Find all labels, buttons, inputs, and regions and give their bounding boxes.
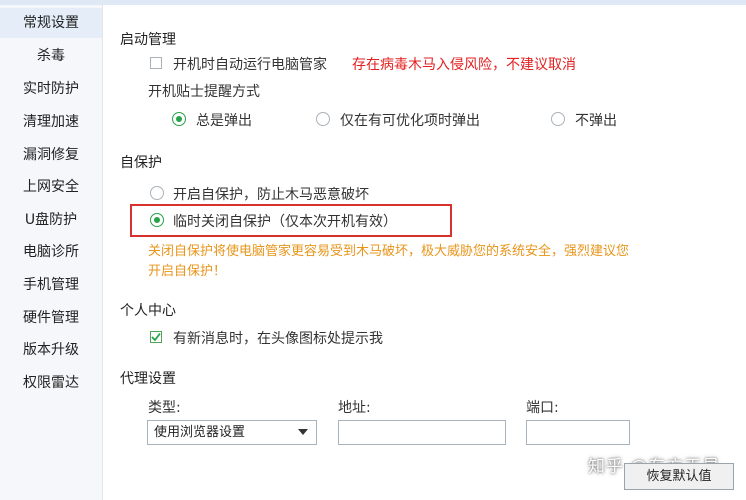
proxy-address-input[interactable] [338, 420, 506, 445]
restore-defaults-button[interactable]: 恢复默认值 [624, 463, 734, 490]
tips-mode-title: 开机贴士提醒方式 [148, 84, 260, 100]
proxy-address-label: 地址: [338, 400, 371, 416]
sidebar-item-hardware-management[interactable]: 硬件管理 [0, 303, 102, 333]
sidebar-item-permission-radar[interactable]: 权限雷达 [0, 368, 102, 398]
proxy-port-input[interactable] [526, 420, 630, 445]
self-protect-warning: 关闭自保护将使电脑管家更容易受到木马破坏，极大威胁您的系统安全，强烈建议您开启自… [148, 244, 630, 279]
tips-always-label: 总是弹出 [196, 113, 252, 129]
self-protect-section-title: 自保护 [120, 155, 162, 171]
sidebar-item-realtime-protection[interactable]: 实时防护 [0, 74, 102, 104]
proxy-type-label: 类型: [148, 400, 181, 416]
sidebar-item-pc-clinic[interactable]: 电脑诊所 [0, 237, 102, 267]
sidebar-item-web-security[interactable]: 上网安全 [0, 172, 102, 202]
autorun-label: 开机时自动运行电脑管家 [173, 57, 327, 73]
tips-when-optimizable-label: 仅在有可优化项时弹出 [340, 113, 480, 129]
checkmark-icon [151, 332, 161, 342]
proxy-type-select[interactable]: 使用浏览器设置 [147, 420, 317, 445]
startup-section-title: 启动管理 [120, 32, 176, 48]
tips-never-radio[interactable] [551, 112, 565, 126]
settings-sidebar: 常规设置 杀毒 实时防护 清理加速 漏洞修复 上网安全 U盘防护 电脑诊所 手机… [0, 5, 103, 500]
self-protect-off-radio[interactable] [150, 213, 164, 227]
sidebar-item-general[interactable]: 常规设置 [0, 8, 102, 38]
tips-always-radio[interactable] [172, 112, 186, 126]
window-top-strip [0, 0, 746, 5]
sidebar-item-antivirus[interactable]: 杀毒 [0, 41, 102, 71]
sidebar-item-cleanup[interactable]: 清理加速 [0, 107, 102, 137]
self-protect-on-label: 开启自保护，防止木马恶意破坏 [173, 187, 369, 203]
proxy-section-title: 代理设置 [120, 371, 176, 387]
personal-section-title: 个人中心 [120, 303, 176, 319]
notify-label: 有新消息时，在头像图标处提示我 [173, 331, 383, 347]
autorun-checkbox[interactable] [150, 57, 162, 69]
sidebar-item-vulnerability-fix[interactable]: 漏洞修复 [0, 140, 102, 170]
self-protect-off-label: 临时关闭自保护（仅本次开机有效） [173, 214, 397, 230]
proxy-port-label: 端口: [526, 400, 559, 416]
sidebar-item-version-upgrade[interactable]: 版本升级 [0, 335, 102, 365]
notify-checkbox[interactable] [150, 331, 162, 343]
tips-when-optimizable-radio[interactable] [316, 112, 330, 126]
proxy-type-value: 使用浏览器设置 [154, 425, 246, 440]
self-protect-on-radio[interactable] [150, 186, 164, 200]
chevron-down-icon [298, 429, 308, 435]
sidebar-item-usb-protection[interactable]: U盘防护 [0, 205, 102, 235]
tips-never-label: 不弹出 [575, 113, 617, 129]
autorun-warning: 存在病毒木马入侵风险，不建议取消 [352, 57, 576, 73]
sidebar-item-phone-management[interactable]: 手机管理 [0, 270, 102, 300]
